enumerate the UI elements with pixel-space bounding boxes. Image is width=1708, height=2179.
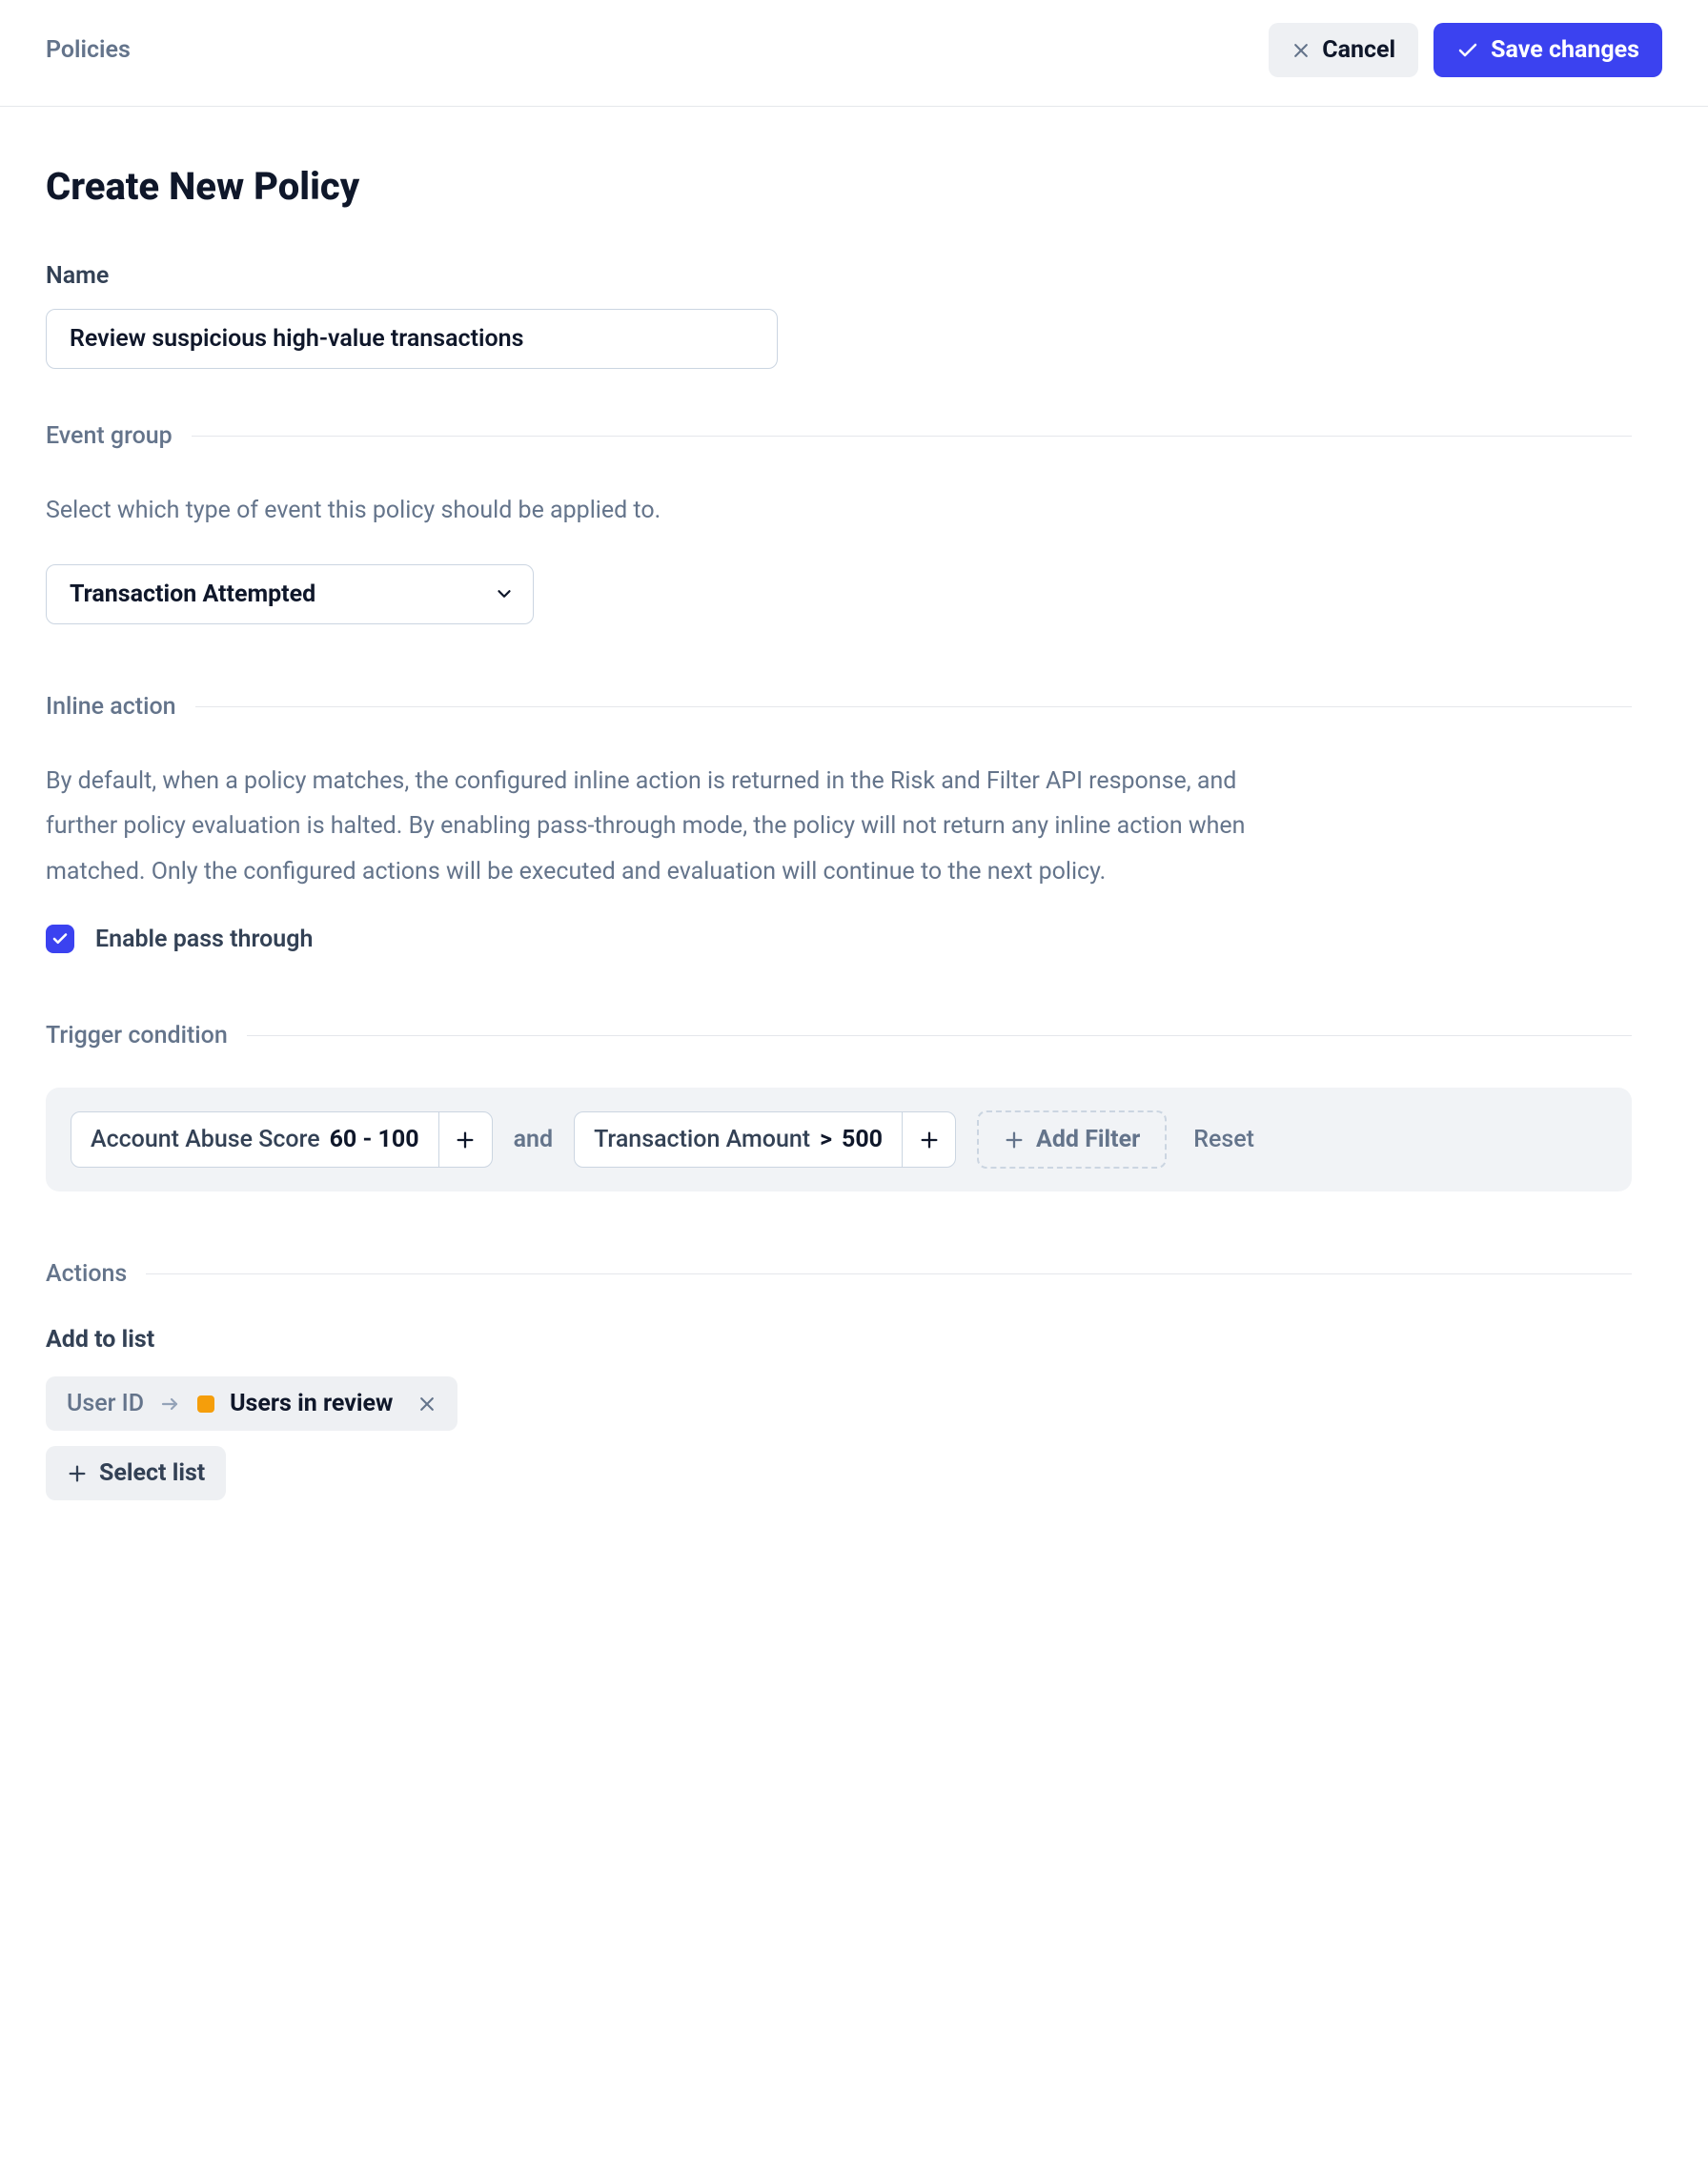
reset-button[interactable]: Reset bbox=[1193, 1126, 1254, 1153]
inline-action-description: By default, when a policy matches, the c… bbox=[46, 759, 1285, 895]
name-label: Name bbox=[46, 262, 1632, 290]
add-to-list-label: Add to list bbox=[46, 1326, 1632, 1354]
filter-chip: Transaction Amount > 500 bbox=[574, 1111, 956, 1168]
actions-section: Actions Add to list User ID Users in rev… bbox=[46, 1260, 1632, 1500]
list-tag[interactable]: User ID Users in review bbox=[46, 1376, 458, 1431]
event-group-select-wrap: Transaction Attempted bbox=[46, 564, 534, 624]
divider bbox=[192, 436, 1632, 437]
actions-tags: User ID Users in review bbox=[46, 1376, 1632, 1500]
plus-icon bbox=[67, 1463, 88, 1484]
page-title: Create New Policy bbox=[46, 164, 1632, 209]
pass-through-label: Enable pass through bbox=[95, 926, 313, 953]
divider bbox=[146, 1273, 1632, 1274]
close-icon bbox=[1291, 41, 1311, 60]
actions-header: Actions bbox=[46, 1260, 1632, 1288]
filter-value: 500 bbox=[842, 1126, 883, 1153]
filter-chip-body[interactable]: Transaction Amount > 500 bbox=[575, 1112, 902, 1167]
cancel-button-label: Cancel bbox=[1322, 36, 1395, 64]
divider bbox=[247, 1035, 1632, 1036]
name-field: Name bbox=[46, 262, 1632, 369]
save-button[interactable]: Save changes bbox=[1434, 23, 1662, 77]
pass-through-checkbox[interactable] bbox=[46, 925, 74, 953]
inline-action-header-label: Inline action bbox=[46, 693, 176, 721]
check-icon bbox=[1456, 39, 1479, 62]
filter-chip-body[interactable]: Account Abuse Score 60 - 100 bbox=[71, 1112, 438, 1167]
name-input[interactable] bbox=[46, 309, 778, 369]
content: Create New Policy Name Event group Selec… bbox=[0, 107, 1678, 1607]
event-group-header-label: Event group bbox=[46, 422, 173, 450]
topbar: Policies Cancel Save changes bbox=[0, 0, 1708, 107]
trigger-condition-section: Trigger condition Account Abuse Score 60… bbox=[46, 1022, 1632, 1191]
event-group-select[interactable]: Transaction Attempted bbox=[46, 564, 534, 624]
list-tag-target: Users in review bbox=[230, 1390, 393, 1417]
trigger-condition-header: Trigger condition bbox=[46, 1022, 1632, 1049]
filter-add-button[interactable] bbox=[902, 1112, 955, 1167]
and-joiner: and bbox=[514, 1126, 553, 1153]
save-button-label: Save changes bbox=[1491, 36, 1639, 64]
inline-action-header: Inline action bbox=[46, 693, 1632, 721]
status-dot bbox=[197, 1395, 214, 1413]
select-list-button[interactable]: Select list bbox=[46, 1446, 226, 1500]
plus-icon bbox=[1004, 1130, 1025, 1151]
divider bbox=[195, 706, 1632, 707]
list-tag-key: User ID bbox=[67, 1390, 144, 1417]
select-list-label: Select list bbox=[99, 1459, 205, 1487]
arrow-right-icon bbox=[159, 1393, 182, 1415]
filter-label: Account Abuse Score bbox=[91, 1126, 320, 1153]
pass-through-row: Enable pass through bbox=[46, 925, 1632, 953]
trigger-condition-box: Account Abuse Score 60 - 100 and Transac… bbox=[46, 1088, 1632, 1191]
breadcrumb[interactable]: Policies bbox=[46, 36, 131, 64]
topbar-actions: Cancel Save changes bbox=[1269, 23, 1662, 77]
filter-operator: > bbox=[820, 1126, 832, 1153]
inline-action-section: Inline action By default, when a policy … bbox=[46, 693, 1632, 954]
cancel-button[interactable]: Cancel bbox=[1269, 23, 1418, 77]
filter-label: Transaction Amount bbox=[594, 1126, 810, 1153]
filter-chip: Account Abuse Score 60 - 100 bbox=[71, 1111, 493, 1168]
event-group-section: Event group Select which type of event t… bbox=[46, 422, 1632, 624]
trigger-condition-header-label: Trigger condition bbox=[46, 1022, 228, 1049]
actions-header-label: Actions bbox=[46, 1260, 127, 1288]
event-group-header: Event group bbox=[46, 422, 1632, 450]
filter-add-button[interactable] bbox=[438, 1112, 492, 1167]
event-group-description: Select which type of event this policy s… bbox=[46, 488, 1285, 534]
add-filter-label: Add Filter bbox=[1036, 1126, 1140, 1153]
filter-value: 60 - 100 bbox=[330, 1126, 419, 1153]
remove-tag-button[interactable] bbox=[417, 1395, 437, 1414]
add-filter-button[interactable]: Add Filter bbox=[977, 1110, 1167, 1169]
